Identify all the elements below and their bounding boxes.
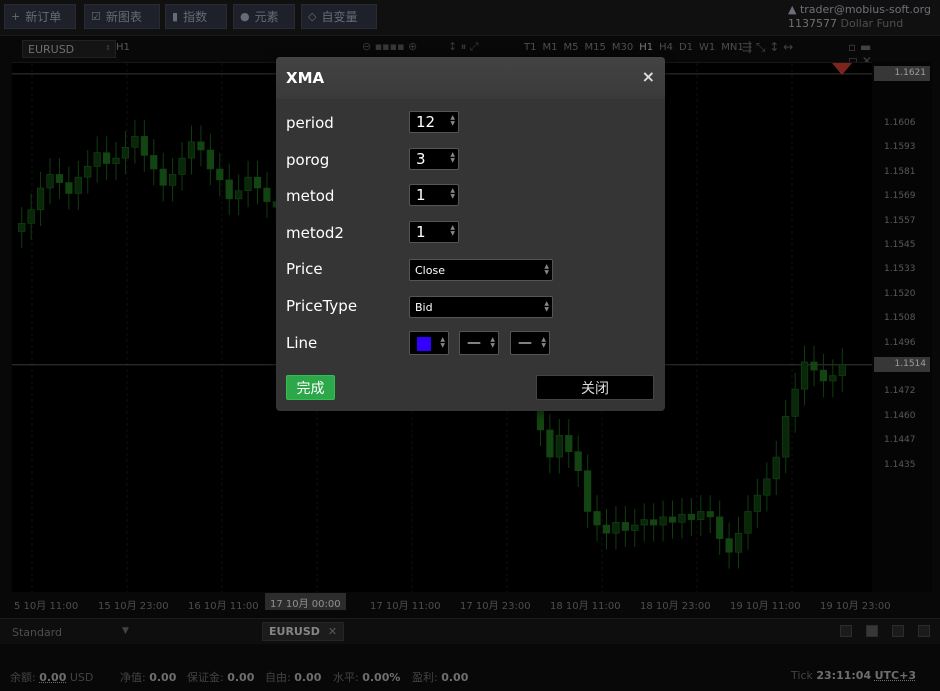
metod-label: metod xyxy=(286,187,335,205)
chevron-updown-icon: ▲ ▼ xyxy=(541,336,546,349)
period-stepper[interactable]: 12 ▲ ▼ xyxy=(409,111,459,133)
line-row: Line ▲ ▼ — ▲ ▼ — ▲ ▼ xyxy=(286,331,656,357)
metod-stepper[interactable]: 1 ▲ ▼ xyxy=(409,184,459,206)
pricetype-select[interactable]: Bid ▲ ▼ xyxy=(409,296,553,318)
period-label: period xyxy=(286,114,334,132)
stepper-arrows-icon[interactable]: ▲ ▼ xyxy=(450,225,455,237)
close-icon[interactable]: × xyxy=(642,67,655,86)
dialog-header: XMA × xyxy=(276,57,665,99)
chevron-updown-icon: ▲ ▼ xyxy=(490,336,495,349)
porog-stepper[interactable]: 3 ▲ ▼ xyxy=(409,148,459,170)
stepper-arrows-icon[interactable]: ▲ ▼ xyxy=(450,188,455,200)
metod2-label: metod2 xyxy=(286,224,344,242)
pricetype-label: PriceType xyxy=(286,297,358,315)
stepper-arrows-icon[interactable]: ▲ ▼ xyxy=(450,115,455,127)
line-style-select[interactable]: — ▲ ▼ xyxy=(510,331,550,355)
price-select[interactable]: Close ▲ ▼ xyxy=(409,259,553,281)
price-row: Price Close ▲ ▼ xyxy=(286,257,656,283)
metod2-stepper[interactable]: 1 ▲ ▼ xyxy=(409,221,459,243)
line-color-select[interactable]: ▲ ▼ xyxy=(409,331,449,355)
color-swatch xyxy=(417,337,431,351)
close-dialog-button[interactable]: 关闭 xyxy=(536,375,654,400)
done-button[interactable]: 完成 xyxy=(286,375,335,400)
pricetype-row: PriceType Bid ▲ ▼ xyxy=(286,294,656,320)
metod-row: metod 1 ▲ ▼ xyxy=(286,184,656,210)
chevron-updown-icon: ▲ ▼ xyxy=(544,300,549,313)
line-width-icon: — xyxy=(467,335,481,351)
metod2-row: metod2 1 ▲ ▼ xyxy=(286,221,656,247)
price-label: Price xyxy=(286,260,323,278)
porog-label: porog xyxy=(286,151,330,169)
indicator-settings-dialog: XMA × period 12 ▲ ▼ porog 3 ▲ ▼ metod 1 ▲ ▼ me… xyxy=(276,57,665,411)
line-width-select[interactable]: — ▲ ▼ xyxy=(459,331,499,355)
porog-row: porog 3 ▲ ▼ xyxy=(286,148,656,174)
dialog-title: XMA xyxy=(286,69,325,87)
line-label: Line xyxy=(286,334,318,352)
line-style-icon: — xyxy=(518,335,532,351)
chevron-updown-icon: ▲ ▼ xyxy=(544,263,549,276)
period-row: period 12 ▲ ▼ xyxy=(286,111,656,137)
chevron-updown-icon: ▲ ▼ xyxy=(440,336,445,349)
stepper-arrows-icon[interactable]: ▲ ▼ xyxy=(450,152,455,164)
